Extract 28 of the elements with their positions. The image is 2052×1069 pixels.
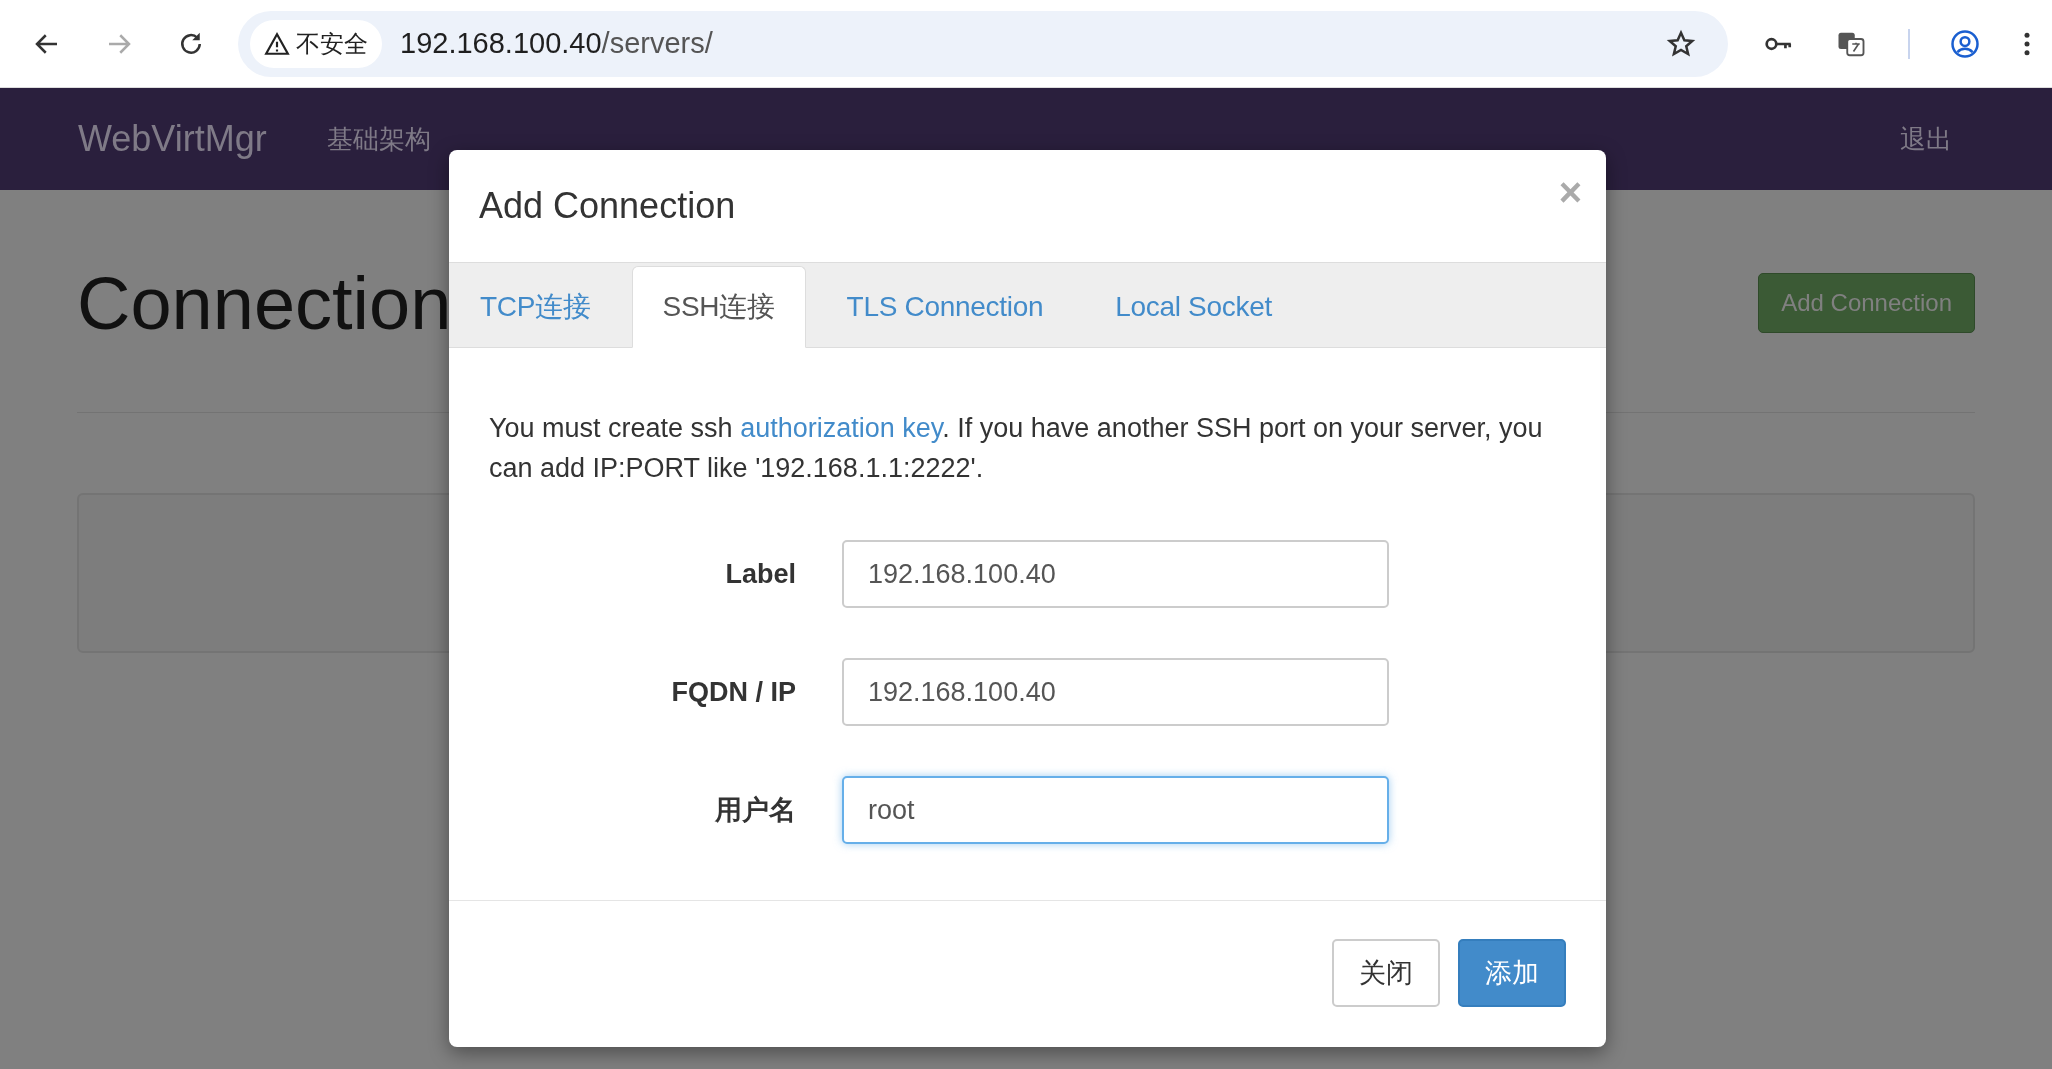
- modal-title: Add Connection: [479, 185, 736, 227]
- add-connection-button[interactable]: Add Connection: [1758, 273, 1975, 333]
- logout-link[interactable]: 退出: [1900, 121, 1952, 157]
- nav-link[interactable]: 基础架构: [326, 121, 431, 157]
- security-label: 不安全: [296, 28, 368, 59]
- field-label: FQDN / IP: [670, 676, 796, 708]
- tab[interactable]: SSH连接: [631, 266, 806, 348]
- field-label: Label: [724, 558, 796, 590]
- brand-link[interactable]: WebVirtMgr: [78, 118, 267, 160]
- text-field[interactable]: 192.168.100.40: [842, 540, 1389, 608]
- address-bar[interactable]: 不安全 192.168.100.40/servers/: [238, 10, 1728, 77]
- star-icon[interactable]: [1666, 28, 1696, 59]
- cancel-button[interactable]: 关闭: [1332, 939, 1440, 1007]
- text-field[interactable]: 192.168.100.40: [842, 658, 1389, 726]
- tab[interactable]: TCP连接: [449, 266, 622, 348]
- page-heading: Connection: [77, 260, 452, 346]
- tab[interactable]: Local Socket: [1084, 266, 1303, 348]
- text-field[interactable]: root: [842, 776, 1389, 844]
- field-label: 用户名: [714, 794, 796, 827]
- url-text: 192.168.100.40/servers/: [400, 27, 714, 60]
- profile-icon[interactable]: [1950, 28, 1980, 59]
- security-chip[interactable]: 不安全: [250, 19, 382, 68]
- warning-icon: [264, 30, 290, 57]
- submit-button[interactable]: 添加: [1458, 939, 1566, 1007]
- tab[interactable]: TLS Connection: [815, 266, 1075, 348]
- intro-text: You must create ssh authorization key. If you have another SSH port on your server, you can add IP:PORT like '192.168.1.1:2222'.: [489, 412, 1544, 485]
- close-button[interactable]: ×: [1554, 172, 1586, 212]
- authorization-key-link[interactable]: authorization key: [740, 413, 943, 443]
